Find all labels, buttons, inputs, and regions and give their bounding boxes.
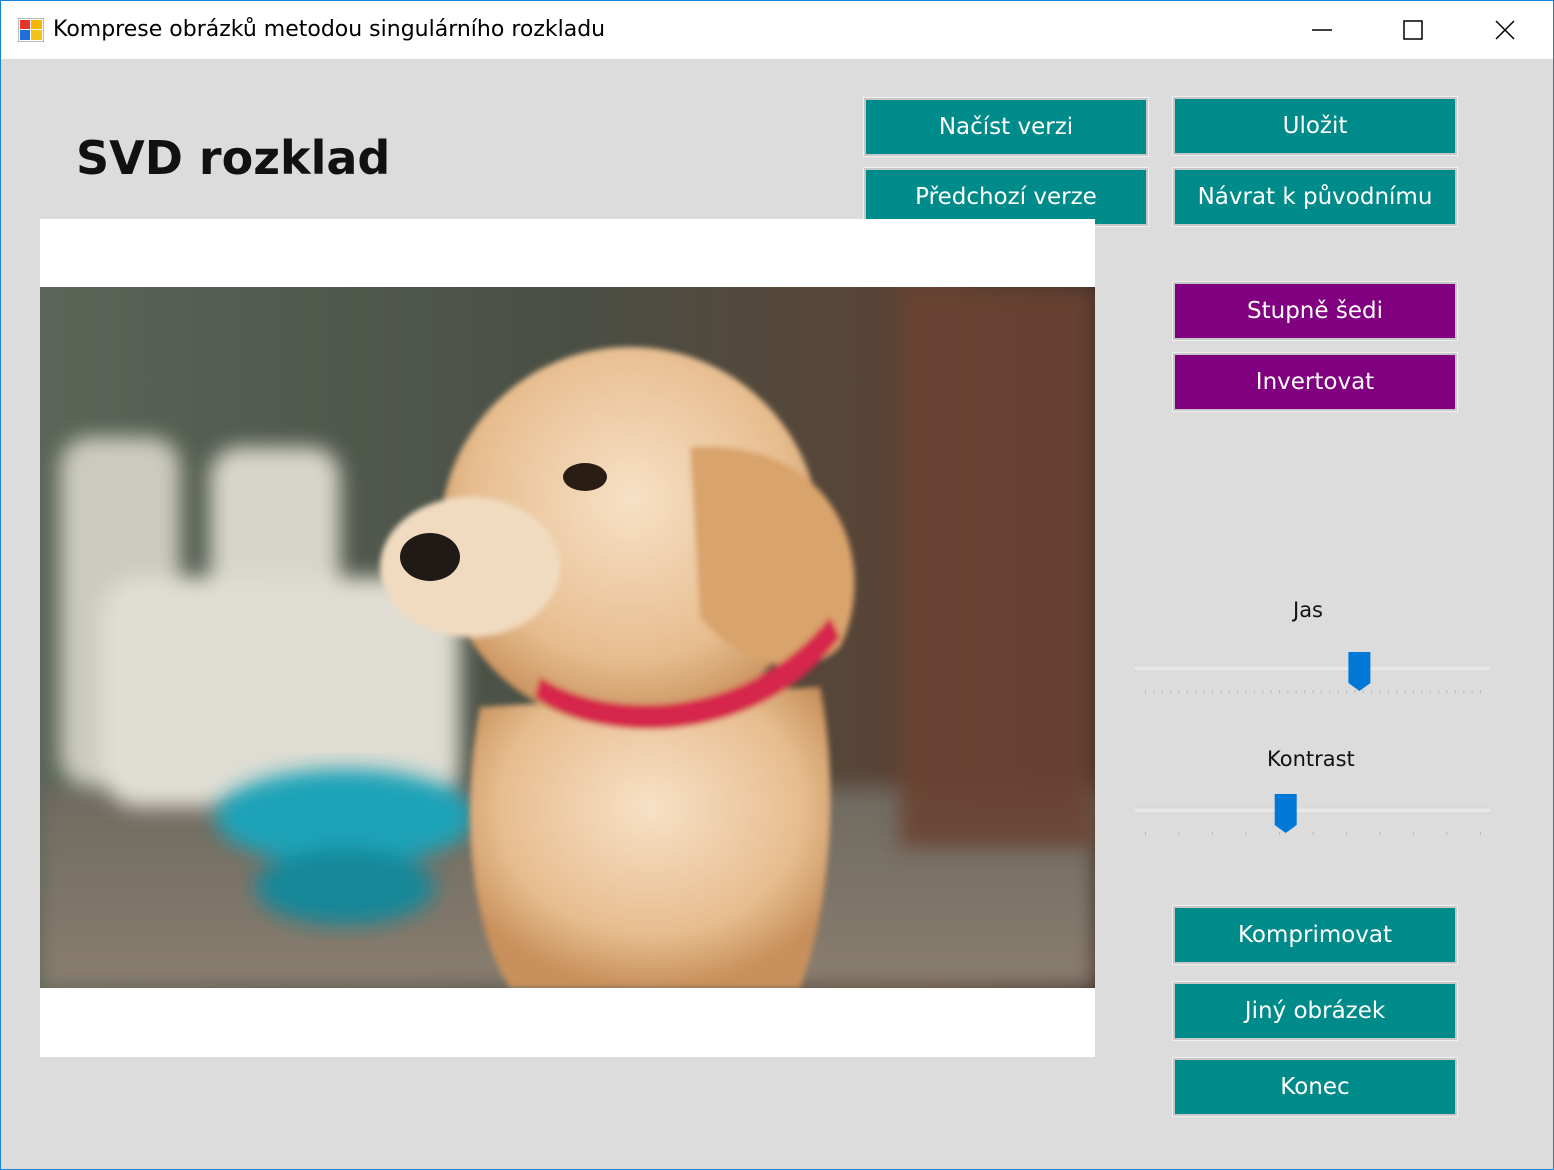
window-title: Komprese obrázků metodou singulárního ro… (53, 17, 606, 42)
restore-original-button[interactable]: Návrat k původnímu (1172, 167, 1458, 227)
slider-tick (1312, 832, 1314, 835)
slider-tick (1161, 690, 1163, 693)
slider-tick (1480, 832, 1481, 835)
slider-tick (1362, 690, 1364, 693)
slider-tick (1371, 690, 1373, 693)
brightness-label: Jas (1293, 598, 1324, 622)
slider-tick (1429, 690, 1431, 693)
app-icon (18, 18, 44, 42)
save-button[interactable]: Uložit (1172, 96, 1458, 156)
slider-tick (1471, 690, 1473, 693)
slider-tick (1413, 832, 1414, 835)
other-image-button[interactable]: Jiný obrázek (1172, 981, 1458, 1041)
slider-tick (1228, 690, 1230, 693)
slider-tick (1170, 690, 1172, 693)
slider-tick (1212, 832, 1213, 835)
slider-tick (1287, 690, 1289, 693)
minimize-button[interactable] (1276, 1, 1368, 59)
contrast-label: Kontrast (1267, 747, 1355, 771)
slider-tick (1220, 690, 1222, 693)
slider-tick (1329, 690, 1331, 693)
maximize-icon (1403, 20, 1423, 40)
slider-tick (1237, 690, 1239, 693)
slider-tick (1178, 690, 1180, 693)
contrast-slider-thumb[interactable] (1274, 794, 1297, 833)
slider-tick (1346, 832, 1347, 835)
brightness-slider-thumb[interactable] (1348, 652, 1371, 691)
contrast-slider[interactable] (1134, 791, 1491, 841)
slider-tick (1396, 690, 1398, 693)
maximize-button[interactable] (1367, 1, 1459, 59)
slider-tick (1454, 690, 1456, 693)
slider-tick (1295, 690, 1297, 693)
slider-tick (1279, 690, 1280, 693)
compress-button[interactable]: Komprimovat (1172, 905, 1458, 965)
slider-tick (1320, 690, 1322, 693)
slider-tick (1178, 832, 1180, 835)
slider-tick (1153, 690, 1155, 693)
quit-button[interactable]: Konec (1172, 1057, 1458, 1117)
app-window: Komprese obrázků metodou singulárního ro… (0, 0, 1554, 1170)
slider-tick (1212, 690, 1213, 693)
close-button[interactable] (1459, 1, 1551, 59)
slider-tick (1279, 832, 1280, 835)
close-icon (1495, 20, 1515, 40)
slider-tick (1245, 832, 1247, 835)
slider-tick (1304, 690, 1306, 693)
slider-tick (1270, 690, 1272, 693)
slider-tick (1203, 690, 1205, 693)
slider-tick (1195, 690, 1197, 693)
slider-tick (1463, 690, 1465, 693)
load-version-button[interactable]: Načíst verzi (863, 97, 1149, 157)
previous-version-button[interactable]: Předchozí verze (863, 167, 1149, 227)
slider-tick (1253, 690, 1255, 693)
slider-tick (1186, 690, 1188, 693)
slider-tick (1379, 690, 1381, 693)
slider-tick (1387, 690, 1389, 693)
image-preview (40, 219, 1095, 1057)
slider-tick (1480, 690, 1481, 693)
minimize-icon (1312, 29, 1332, 31)
slider-tick (1337, 690, 1339, 693)
slider-tick (1438, 690, 1440, 693)
slider-tick (1379, 832, 1381, 835)
puppy-photo (40, 287, 1095, 988)
brightness-slider[interactable] (1134, 650, 1491, 700)
slider-tick (1446, 690, 1448, 693)
slider-tick (1421, 690, 1423, 693)
slider-tick (1312, 690, 1314, 693)
slider-tick (1346, 690, 1347, 693)
slider-tick (1354, 690, 1356, 693)
slider-tick (1413, 690, 1414, 693)
slider-tick (1404, 690, 1406, 693)
invert-button[interactable]: Invertovat (1172, 352, 1458, 412)
grayscale-button[interactable]: Stupně šedi (1172, 281, 1458, 341)
slider-tick (1245, 690, 1247, 693)
slider-tick (1446, 832, 1448, 835)
slider-tick (1145, 690, 1146, 693)
page-title: SVD rozklad (76, 131, 391, 185)
title-bar[interactable]: Komprese obrázků metodou singulárního ro… (1, 1, 1553, 59)
slider-tick (1262, 690, 1264, 693)
slider-tick (1145, 832, 1146, 835)
